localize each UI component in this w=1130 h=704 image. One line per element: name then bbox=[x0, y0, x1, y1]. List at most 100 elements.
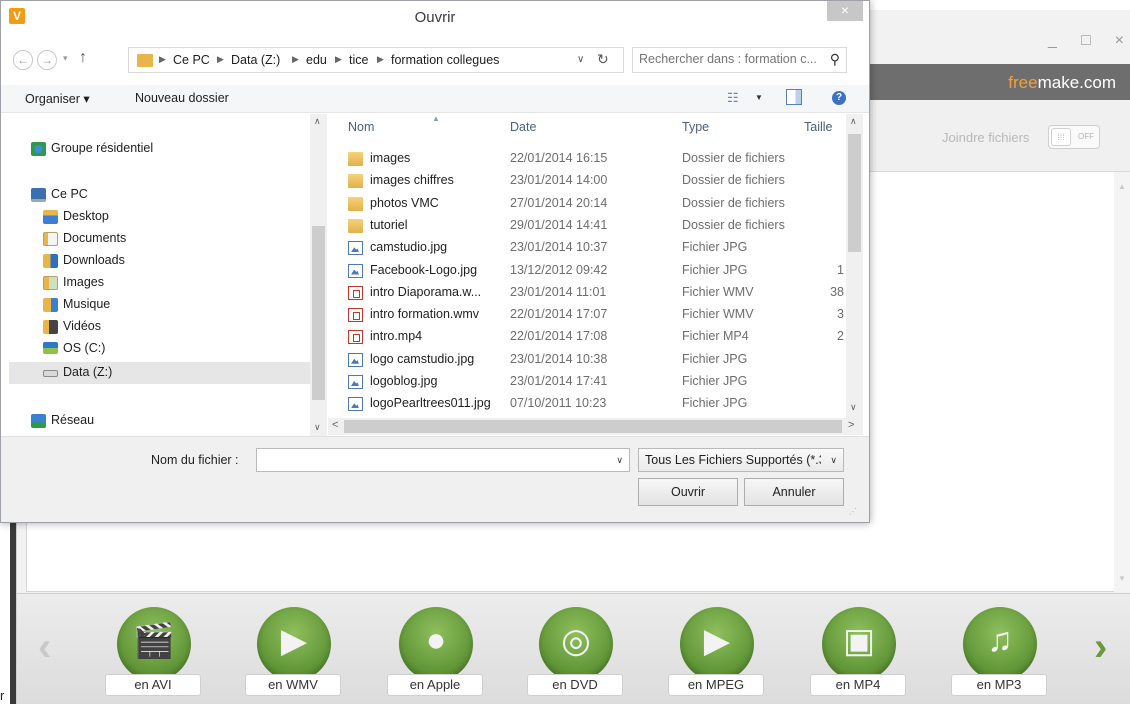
address-dropdown-icon[interactable]: ∨ bbox=[577, 54, 584, 65]
converter-label: en WMV bbox=[245, 674, 341, 696]
recent-locations-chevron-icon[interactable]: ▾ bbox=[63, 53, 68, 64]
convert-mpeg-button[interactable]: ▶ en MPEG bbox=[668, 607, 764, 699]
refresh-icon[interactable]: ↻ bbox=[597, 51, 609, 68]
join-files-toggle[interactable]: ⁞⁞⁞ OFF bbox=[1048, 125, 1100, 149]
dialog-title: Ouvrir bbox=[414, 9, 456, 26]
convert-avi-button[interactable]: 🎬 en AVI bbox=[105, 607, 201, 699]
file-type-filter[interactable]: Tous Les Fichiers Supportés (*.3 ∨ bbox=[638, 448, 844, 472]
file-name: camstudio.jpg bbox=[370, 240, 448, 255]
tree-scroll-down-icon[interactable]: ∨ bbox=[314, 422, 321, 433]
network-drive-icon bbox=[43, 370, 58, 377]
dialog-bottom-bar: Nom du fichier : ∨ Tous Les Fichiers Sup… bbox=[1, 436, 869, 522]
search-input[interactable] bbox=[639, 52, 819, 66]
filename-dropdown-icon[interactable]: ∨ bbox=[616, 455, 623, 466]
file-row[interactable]: tutoriel 29/01/2014 14:41 Dossier de fichi… bbox=[344, 215, 844, 237]
tree-item-musique[interactable]: Musique bbox=[9, 294, 312, 316]
files-horizontal-thumb[interactable] bbox=[344, 420, 842, 433]
preview-pane-icon[interactable] bbox=[786, 89, 802, 105]
tree-item-homegroup[interactable]: Groupe résidentiel bbox=[9, 138, 312, 160]
files-vertical-thumb[interactable] bbox=[848, 134, 861, 252]
converters-next-icon[interactable]: › bbox=[1094, 625, 1107, 670]
tree-item-ce-pc[interactable]: Ce PC bbox=[9, 184, 312, 206]
column-header-name[interactable]: Nom bbox=[348, 120, 374, 134]
file-type: Fichier MP4 bbox=[682, 329, 749, 344]
file-row[interactable]: camstudio.jpg 23/01/2014 10:37 Fichier JPG bbox=[344, 237, 844, 259]
convert-mp4-button[interactable]: ▣ en MP4 bbox=[810, 607, 906, 699]
up-arrow-icon[interactable]: ↑ bbox=[79, 49, 87, 67]
app-vertical-scrollbar[interactable]: ▲ ▼ bbox=[1114, 172, 1130, 592]
change-view-icon[interactable]: ☷ bbox=[727, 90, 739, 106]
maximize-button[interactable]: □ bbox=[1081, 32, 1091, 52]
converters-prev-icon[interactable]: ‹ bbox=[38, 625, 51, 670]
converter-label: en DVD bbox=[527, 674, 623, 696]
filter-dropdown-icon[interactable]: ∨ bbox=[830, 455, 837, 466]
breadcrumb-ce-pc[interactable]: Ce PC bbox=[173, 53, 210, 67]
convert-mp3-button[interactable]: ♫ en MP3 bbox=[951, 607, 1047, 699]
tree-item-os-c[interactable]: OS (C:) bbox=[9, 338, 312, 360]
address-bar[interactable]: ▶ Ce PC ▶ Data (Z:) ▶ edu ▶ tice ▶ forma… bbox=[128, 47, 624, 73]
close-app-button[interactable]: × bbox=[1115, 32, 1124, 52]
tree-item-downloads[interactable]: Downloads bbox=[9, 250, 312, 272]
new-folder-button[interactable]: Nouveau dossier bbox=[135, 91, 229, 105]
back-arrow-icon[interactable]: ← bbox=[13, 50, 33, 70]
convert-wmv-button[interactable]: ▶ en WMV bbox=[245, 607, 341, 699]
search-icon[interactable]: ⚲ bbox=[830, 51, 840, 68]
file-row[interactable]: intro Diaporama.w... 23/01/2014 11:01 Fich… bbox=[344, 282, 844, 304]
file-row[interactable]: intro.mp4 22/01/2014 17:08 Fichier MP4 2 bbox=[344, 326, 844, 348]
converter-label: en MP4 bbox=[810, 674, 906, 696]
tree-item-images[interactable]: Images bbox=[9, 272, 312, 294]
file-row[interactable]: images 22/01/2014 16:15 Dossier de fichier… bbox=[344, 148, 844, 170]
convert-dvd-button[interactable]: ◎ en DVD bbox=[527, 607, 623, 699]
file-row[interactable]: Facebook-Logo.jpg 13/12/2012 09:42 Fichier… bbox=[344, 260, 844, 282]
tree-item-desktop[interactable]: Desktop bbox=[9, 206, 312, 228]
scroll-up-icon[interactable]: ▲ bbox=[1118, 182, 1126, 191]
forward-arrow-icon[interactable]: → bbox=[37, 50, 57, 70]
minimize-button[interactable]: _ bbox=[1048, 32, 1057, 52]
cancel-button[interactable]: Annuler bbox=[744, 478, 844, 506]
organize-button[interactable]: Organiser ▾ bbox=[25, 91, 90, 106]
file-row[interactable]: photos VMC 27/01/2014 20:14 Dossier de fic… bbox=[344, 193, 844, 215]
breadcrumb-separator-icon: ▶ bbox=[217, 54, 224, 64]
tree-item-videos[interactable]: Vidéos bbox=[9, 316, 312, 338]
file-row[interactable]: images chiffres 23/01/2014 14:00 Dossier d… bbox=[344, 170, 844, 192]
breadcrumb-tice[interactable]: tice bbox=[349, 53, 368, 67]
breadcrumb-edu[interactable]: edu bbox=[306, 53, 327, 67]
tree-item-reseau[interactable]: Réseau bbox=[9, 410, 312, 432]
toggle-knob-icon: ⁞⁞⁞ bbox=[1051, 128, 1071, 146]
resize-grip-icon[interactable]: ⋰ bbox=[849, 507, 857, 516]
breadcrumb-formation-collegues[interactable]: formation collegues bbox=[391, 53, 499, 67]
search-box[interactable]: ⚲ bbox=[632, 47, 847, 73]
help-icon[interactable]: ? bbox=[832, 91, 846, 105]
files-scroll-up-icon[interactable]: ∧ bbox=[850, 116, 857, 127]
column-header-date[interactable]: Date bbox=[510, 120, 536, 134]
file-date: 23/01/2014 17:41 bbox=[510, 374, 608, 388]
filename-combobox[interactable]: ∨ bbox=[256, 448, 630, 472]
file-row[interactable]: intro formation.wmv 22/01/2014 17:07 Fichi… bbox=[344, 304, 844, 326]
stray-text: r bbox=[0, 688, 5, 703]
filename-input[interactable] bbox=[261, 452, 601, 466]
tree-scroll-up-icon[interactable]: ∧ bbox=[314, 116, 321, 127]
open-button[interactable]: Ouvrir bbox=[638, 478, 738, 506]
files-scroll-right-icon[interactable]: > bbox=[848, 419, 854, 431]
tree-item-data-z[interactable]: Data (Z:) bbox=[9, 362, 312, 384]
file-row[interactable]: logoPearltrees011.jpg 07/10/2011 10:23 Fic… bbox=[344, 393, 844, 415]
convert-apple-button[interactable]: ● en Apple bbox=[387, 607, 483, 699]
video-file-icon bbox=[348, 285, 363, 300]
file-date: 29/01/2014 14:41 bbox=[510, 217, 608, 232]
column-header-size[interactable]: Taille bbox=[804, 120, 833, 134]
dialog-close-button[interactable]: × bbox=[827, 1, 863, 21]
file-size: 3 bbox=[837, 307, 844, 322]
tree-item-documents[interactable]: Documents bbox=[9, 228, 312, 250]
column-header-type[interactable]: Type bbox=[682, 120, 709, 134]
breadcrumb-data-z[interactable]: Data (Z:) bbox=[231, 53, 280, 67]
file-row[interactable]: logo camstudio.jpg 23/01/2014 10:38 Fichie… bbox=[344, 349, 844, 371]
view-dropdown-icon[interactable]: ▼ bbox=[755, 93, 763, 102]
file-date: 22/01/2014 17:07 bbox=[510, 307, 608, 322]
join-files-label: Joindre fichiers bbox=[942, 130, 1030, 145]
dialog-titlebar[interactable]: V Ouvrir × bbox=[1, 1, 869, 34]
files-scroll-down-icon[interactable]: ∨ bbox=[850, 402, 857, 413]
file-row[interactable]: logoblog.jpg 23/01/2014 17:41 Fichier JPG bbox=[344, 371, 844, 393]
tree-scroll-thumb[interactable] bbox=[312, 226, 325, 400]
scroll-down-icon[interactable]: ▼ bbox=[1118, 574, 1126, 583]
files-scroll-left-icon[interactable]: < bbox=[332, 419, 338, 431]
